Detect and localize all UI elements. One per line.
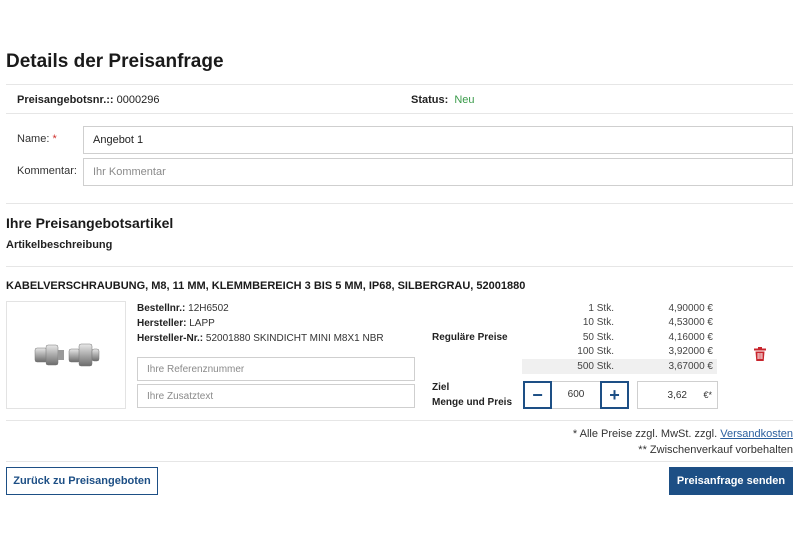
- comment-label: Kommentar:: [17, 165, 77, 177]
- regular-prices-label: Reguläre Preise: [432, 332, 508, 343]
- target-price-currency: €*: [703, 390, 712, 400]
- tier-price: 4,53000 €: [668, 317, 714, 329]
- name-label: Name: *: [17, 133, 57, 145]
- divider: [6, 461, 793, 462]
- price-tier-row: 100 Stk. 3,92000 €: [522, 345, 717, 360]
- tier-quantity: 500 Stk.: [522, 359, 618, 374]
- section-title: Ihre Preisangebotsartikel: [6, 215, 174, 231]
- status-label: Status:: [411, 94, 449, 106]
- tier-price: 4,90000 €: [668, 302, 714, 314]
- delete-item-button[interactable]: [754, 347, 766, 361]
- additional-text-input[interactable]: [137, 384, 415, 408]
- cable-gland-icon: [34, 343, 100, 367]
- trash-icon: [754, 347, 766, 361]
- order-number: Bestellnr.: 12H6502: [137, 303, 229, 314]
- required-marker: *: [52, 133, 57, 145]
- reference-number-input[interactable]: [137, 357, 415, 381]
- name-row: Name: *: [6, 126, 793, 154]
- target-price-value: 3,62: [667, 390, 687, 401]
- manufacturer-number: Hersteller-Nr.: 52001880 SKINDICHT MINI …: [137, 333, 384, 344]
- send-quote-request-button[interactable]: Preisanfrage senden: [669, 467, 793, 495]
- price-tier-row: 50 Stk. 4,16000 €: [522, 330, 717, 345]
- quote-info-row: Preisangebotsnr.:: 0000296 Status: Neu: [6, 84, 793, 114]
- product-image: [6, 301, 126, 409]
- target-price-input[interactable]: 3,62 €*: [637, 381, 718, 409]
- price-note: * Alle Preise zzgl. MwSt. zzgl. Versandk…: [572, 428, 793, 440]
- tier-quantity: 10 Stk.: [582, 317, 614, 329]
- quote-details-page: Details der Preisanfrage Preisangebotsnr…: [0, 0, 800, 550]
- back-to-quotes-button[interactable]: Zurück zu Preisangeboten: [6, 467, 158, 495]
- tier-price: 4,16000 €: [668, 331, 714, 343]
- tier-quantity: 50 Stk.: [582, 331, 614, 343]
- price-tier-row: 10 Stk. 4,53000 €: [522, 316, 717, 331]
- target-label: Ziel Menge und Preis: [432, 382, 513, 408]
- comment-row: Kommentar:: [6, 158, 793, 186]
- quote-number-value: 0000296: [116, 94, 160, 106]
- name-input[interactable]: [83, 126, 793, 154]
- shipping-costs-link[interactable]: Versandkosten: [720, 428, 793, 440]
- divider: [6, 203, 793, 204]
- quote-status: Status: Neu: [411, 94, 475, 106]
- product-title: KABELVERSCHRAUBUNG, M8, 11 MM, KLEMMBERE…: [6, 280, 526, 292]
- price-tier-row: 1 Stk. 4,90000 €: [522, 301, 717, 316]
- availability-note: ** Zwischenverkauf vorbehalten: [638, 444, 793, 456]
- tier-quantity: 100 Stk.: [577, 346, 614, 358]
- quantity-decrease-button[interactable]: −: [523, 381, 552, 409]
- tier-quantity: 1 Stk.: [588, 302, 614, 314]
- price-tier-row: 500 Stk. 3,67000 €: [522, 359, 717, 374]
- page-title: Details der Preisanfrage: [6, 51, 224, 72]
- divider: [6, 266, 793, 267]
- column-header-description: Artikelbeschreibung: [6, 239, 113, 251]
- tier-price: 3,67000 €: [618, 359, 717, 374]
- price-tier-table: 1 Stk. 4,90000 € 10 Stk. 4,53000 € 50 Stk. 4,…: [522, 301, 717, 374]
- divider: [6, 420, 793, 421]
- quote-number: Preisangebotsnr.:: 0000296: [17, 94, 159, 106]
- manufacturer: Hersteller: LAPP: [137, 318, 215, 329]
- status-badge: Neu: [454, 94, 475, 106]
- quote-number-label: Preisangebotsnr.::: [17, 94, 114, 106]
- quantity-input[interactable]: 600: [552, 381, 600, 409]
- comment-input[interactable]: [83, 158, 793, 186]
- quantity-increase-button[interactable]: +: [600, 381, 629, 409]
- tier-price: 3,92000 €: [668, 346, 714, 358]
